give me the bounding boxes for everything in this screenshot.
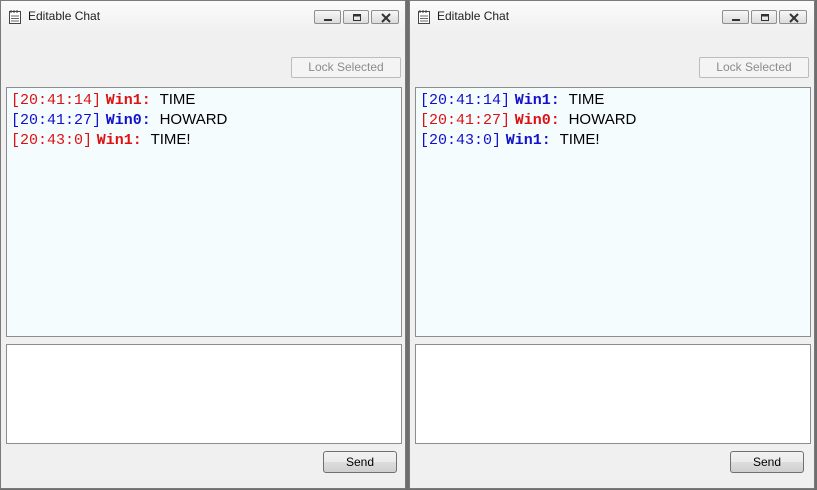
close-button[interactable] [779, 10, 807, 24]
chat-window-0: Editable Chat Lock Selected [20:41:14] W… [0, 0, 406, 489]
minimize-button[interactable] [722, 10, 749, 24]
send-button[interactable]: Send [730, 451, 804, 473]
lock-selected-button[interactable]: Lock Selected [699, 57, 809, 78]
notepad-icon [9, 9, 21, 24]
message-sender: Win1: [96, 132, 142, 149]
message-text: TIME [159, 91, 196, 108]
minimize-icon [324, 19, 332, 21]
window-title: Editable Chat [437, 9, 510, 23]
message-timestamp: [20:41:27] [11, 112, 102, 129]
title-bar[interactable]: Editable Chat [410, 1, 814, 31]
chat-log[interactable]: [20:41:14] Win1: TIME [20:41:27] Win0: H… [415, 87, 811, 337]
chat-message: [20:41:14] Win1: TIME [11, 90, 195, 110]
message-timestamp: [20:41:27] [420, 112, 511, 129]
maximize-button[interactable] [343, 10, 369, 24]
message-text: TIME! [559, 131, 600, 148]
message-timestamp: [20:41:14] [420, 92, 511, 109]
send-button[interactable]: Send [323, 451, 397, 473]
message-timestamp: [20:41:14] [11, 92, 102, 109]
chat-message: [20:43:0] Win1: TIME! [420, 130, 600, 150]
chat-window-1: Editable Chat Lock Selected [20:41:14] W… [409, 0, 815, 489]
chat-message: [20:41:27] Win0: HOWARD [11, 110, 227, 130]
message-timestamp: [20:43:0] [420, 132, 502, 149]
message-input[interactable] [6, 344, 402, 444]
chat-log[interactable]: [20:41:14] Win1: TIME [20:41:27] Win0: H… [6, 87, 402, 337]
chat-message: [20:41:27] Win0: HOWARD [420, 110, 636, 130]
message-text: HOWARD [568, 111, 637, 128]
maximize-button[interactable] [751, 10, 777, 24]
message-text: TIME [568, 91, 605, 108]
message-text: HOWARD [159, 111, 228, 128]
message-text: TIME! [150, 131, 191, 148]
lock-selected-button[interactable]: Lock Selected [291, 57, 401, 78]
chat-message: [20:41:14] Win1: TIME [420, 90, 604, 110]
message-sender: Win0: [514, 112, 560, 129]
title-bar[interactable]: Editable Chat [1, 1, 405, 31]
notepad-icon [418, 9, 430, 24]
message-sender: Win1: [514, 92, 560, 109]
window-title: Editable Chat [28, 9, 101, 23]
minimize-icon [732, 19, 740, 21]
maximize-icon [353, 14, 361, 21]
close-button[interactable] [371, 10, 399, 24]
maximize-icon [761, 14, 769, 21]
close-icon [381, 13, 391, 23]
chat-message: [20:43:0] Win1: TIME! [11, 130, 191, 150]
close-icon [789, 13, 799, 23]
message-input[interactable] [415, 344, 811, 444]
message-sender: Win1: [505, 132, 551, 149]
message-timestamp: [20:43:0] [11, 132, 93, 149]
minimize-button[interactable] [314, 10, 341, 24]
message-sender: Win1: [105, 92, 151, 109]
message-sender: Win0: [105, 112, 151, 129]
